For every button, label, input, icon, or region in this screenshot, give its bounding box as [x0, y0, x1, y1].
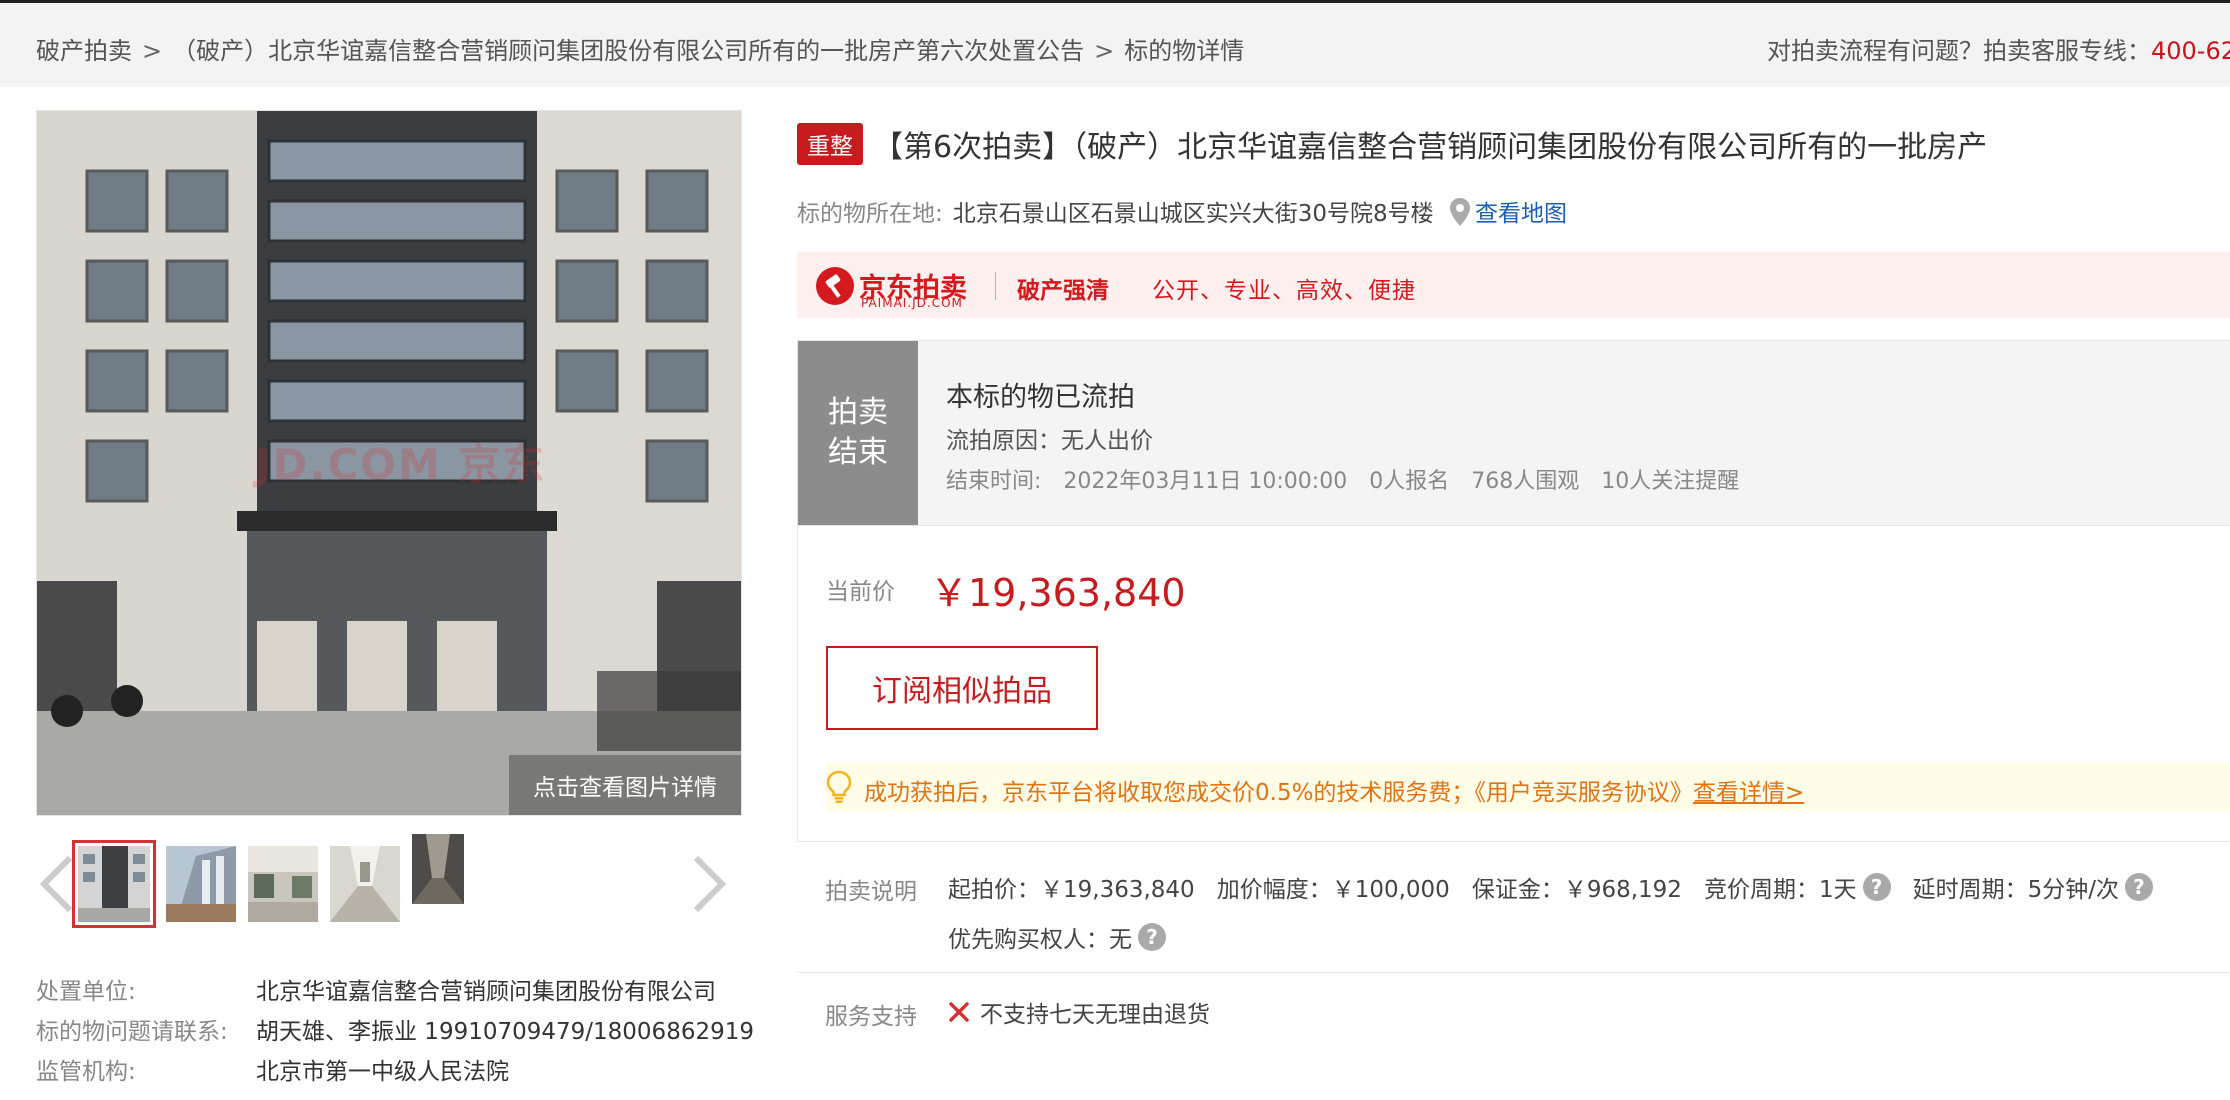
jd-auction-logo: 京东拍卖 PAIMAI.JD.COM [815, 264, 985, 310]
thumbnail-5[interactable] [412, 834, 464, 904]
current-price-value: ￥19,363,840 [930, 571, 1186, 615]
status-tag-line2: 结束 [828, 435, 888, 470]
info-value: 北京市第一中级人民法院 [256, 1059, 509, 1085]
banner-slogan: 公开、专业、高效、便捷 [1152, 278, 1416, 304]
bidding-period: 竞价周期：1天 [1703, 877, 1857, 903]
service-fee-notice: 成功获拍后，京东平台将收取您成交价0.5%的技术服务费；《用户竞买服务协议》查看… [826, 762, 2230, 812]
thumbnail-2[interactable] [166, 846, 236, 922]
service-support-item: 不支持七天无理由退货 [948, 995, 1210, 1029]
thumbnail-4[interactable] [330, 846, 400, 922]
auction-status-panel: 拍卖 结束 本标的物已流拍 流拍原因：无人出价 结束时间: 2022年03月11日… [797, 340, 2230, 526]
no-return-policy: 不支持七天无理由退货 [980, 1002, 1210, 1028]
signup-count: 0人报名 [1369, 469, 1450, 494]
reorganization-badge: 重整 [797, 123, 863, 165]
bidding-period-wrap: 竞价周期：1天? [1704, 870, 1891, 904]
page-title: 【第6次拍卖】（破产）北京华谊嘉信整合营销顾问集团股份有限公司所有的一批房产 [873, 130, 1988, 165]
deposit: 保证金：￥968,192 [1471, 877, 1682, 903]
breadcrumb-item-current: 标的物详情 [1124, 37, 1245, 65]
status-reason: 流拍原因：无人出价 [946, 428, 1153, 454]
breadcrumb-item-category[interactable]: 破产拍卖 [36, 37, 132, 65]
info-value: 北京华谊嘉信整合营销顾问集团股份有限公司 [256, 979, 716, 1005]
breadcrumb: 破产拍卖 > （破产）北京华谊嘉信整合营销顾问集团股份有限公司所有的一批房产第六次处… [36, 31, 1244, 66]
notice-text: 成功获拍后，京东平台将收取您成交价0.5%的技术服务费；《用户竞买服务协议》 [864, 780, 1693, 806]
breadcrumb-separator: > [1094, 37, 1115, 65]
bid-increment: 加价幅度：￥100,000 [1216, 877, 1450, 903]
current-price-label: 当前价 [826, 579, 895, 605]
breadcrumb-item-announcement[interactable]: （破产）北京华谊嘉信整合营销顾问集团股份有限公司所有的一批房产第六次处置公告 [172, 37, 1084, 65]
status-tag-line1: 拍卖 [828, 395, 888, 430]
thumbnail-3[interactable] [248, 846, 318, 922]
lightbulb-icon [826, 770, 852, 808]
section-divider [797, 972, 2230, 973]
notice-text-wrapper: 成功获拍后，京东平台将收取您成交价0.5%的技术服务费；《用户竞买服务协议》查看… [864, 773, 1804, 807]
priority-buyer: 优先购买权人：无 [948, 927, 1132, 953]
help-icon[interactable]: ? [1862, 873, 1891, 901]
photo-watermark: JD.COM 京东 [255, 440, 547, 489]
banner-divider [995, 272, 996, 300]
map-pin-icon [1449, 197, 1471, 233]
listing-title: 重整 【第6次拍卖】（破产）北京华谊嘉信整合营销顾问集团股份有限公司所有的一批房产 [797, 122, 1987, 166]
watcher-count: 10人关注提醒 [1601, 469, 1740, 494]
top-bar: 破产拍卖 > （破产）北京华谊嘉信整合营销顾问集团股份有限公司所有的一批房产第六次处… [0, 0, 2230, 87]
end-time-value: 2022年03月11日 10:00:00 [1063, 469, 1348, 494]
location-label: 标的物所在地: [797, 201, 943, 227]
cross-icon [949, 1002, 969, 1022]
auction-desc-label: 拍卖说明 [825, 879, 917, 905]
view-count: 768人围观 [1471, 469, 1580, 494]
status-title: 本标的物已流拍 [946, 382, 1135, 413]
hotline-label: 对拍卖流程有问题？拍卖客服专线： [1767, 37, 2151, 65]
end-time-label: 结束时间: [946, 469, 1042, 494]
breadcrumb-separator: > [142, 37, 163, 65]
location-value: 北京石景山区石景山城区实兴大街30号院8号楼 [952, 201, 1434, 227]
banner-tag: 破产强清 [1017, 278, 1109, 304]
info-value: 胡天雄、李振业 19910709479/18006862919 [256, 1019, 754, 1045]
start-price: 起拍价：￥19,363,840 [948, 877, 1195, 903]
thumbnail-1[interactable] [72, 840, 156, 928]
customer-service-hotline: 对拍卖流程有问题？拍卖客服专线：400-622 [1767, 31, 2230, 66]
delay-period: 延时周期：5分钟/次 [1912, 877, 2119, 903]
view-details-link[interactable]: 查看详情> [1693, 780, 1804, 806]
thumbnail-strip [36, 832, 740, 942]
priority-buyer-row: 优先购买权人：无? [948, 920, 1166, 954]
jd-auction-banner: 京东拍卖 PAIMAI.JD.COM 破产强清 公开、专业、高效、便捷 [797, 252, 2230, 318]
subscribe-similar-button[interactable]: 订阅相似拍品 [826, 646, 1098, 730]
status-end-info: 结束时间: 2022年03月11日 10:00:00 0人报名 768人围观 10人关注… [946, 463, 1761, 495]
main-photo[interactable]: JD.COM 京东 点击查看图片详情 [36, 110, 742, 816]
hotline-number: 400-622 [2151, 37, 2230, 65]
hammer-logo-icon [816, 267, 854, 305]
info-key: 处置单位: [36, 979, 136, 1005]
service-support-label: 服务支持 [825, 1004, 917, 1030]
info-key: 标的物问题请联系: [36, 1019, 228, 1045]
delay-period-wrap: 延时周期：5分钟/次? [1913, 870, 2153, 904]
view-photo-details-button[interactable]: 点击查看图片详情 [509, 755, 741, 815]
view-map-link[interactable]: 查看地图 [1475, 201, 1567, 227]
help-icon[interactable]: ? [1138, 923, 1166, 951]
price-panel: 当前价 ￥19,363,840 订阅相似拍品 成功获拍后，京东平台将收取您成交价… [797, 526, 2230, 842]
help-icon[interactable]: ? [2124, 873, 2153, 901]
info-key: 监管机构: [36, 1059, 136, 1085]
logo-sub-text: PAIMAI.JD.COM [861, 296, 963, 310]
auction-ended-tag: 拍卖 结束 [798, 341, 918, 525]
auction-desc-items: 起拍价：￥19,363,840 加价幅度：￥100,000 保证金：￥968,192… [948, 870, 2175, 904]
item-location: 标的物所在地: 北京石景山区石景山城区实兴大街30号院8号楼 查看地图 [797, 194, 1567, 233]
prev-arrow-icon[interactable] [36, 852, 80, 916]
next-arrow-icon[interactable] [686, 852, 730, 916]
